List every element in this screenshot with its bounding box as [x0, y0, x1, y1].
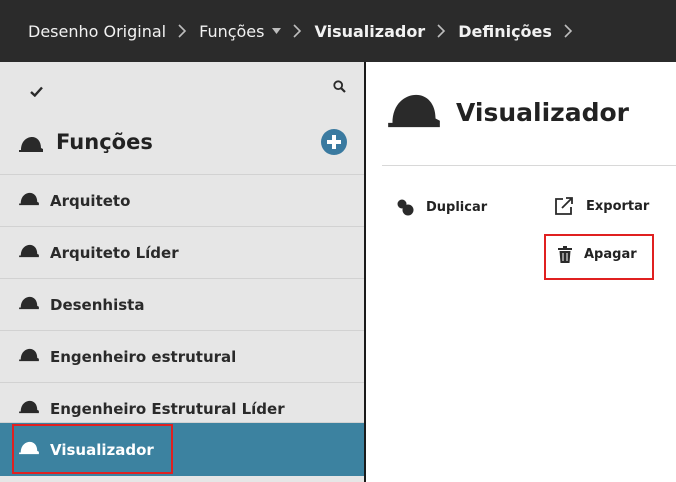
duplicate-icon — [396, 198, 414, 216]
hard-hat-icon — [18, 136, 44, 157]
sidebar-item-arquiteto[interactable]: Arquiteto — [0, 174, 364, 226]
breadcrumb-item-desenho-original[interactable]: Desenho Original — [28, 22, 166, 41]
chevron-right-icon — [564, 24, 573, 38]
sidebar-item-label: Engenheiro Estrutural Líder — [50, 399, 285, 418]
hard-hat-icon — [18, 348, 40, 366]
duplicate-button[interactable]: Duplicar — [396, 198, 487, 216]
sidebar-item-label: Arquiteto — [50, 191, 131, 210]
highlight-box-selected-role — [12, 424, 173, 474]
sidebar-toolbar — [0, 62, 364, 114]
breadcrumb-item-funcoes-label: Funções — [199, 21, 265, 41]
sidebar-item-label: Arquiteto Líder — [50, 243, 179, 262]
export-icon — [554, 196, 574, 216]
section-title: Funções — [56, 130, 153, 154]
sidebar-item-arquiteto-lider[interactable]: Arquiteto Líder — [0, 226, 364, 278]
breadcrumb: Desenho Original Funções Visualizador De… — [0, 0, 676, 62]
chevron-right-icon — [178, 24, 187, 38]
sidebar-item-label: Desenhista — [50, 295, 145, 314]
export-label: Exportar — [586, 198, 650, 214]
breadcrumb-item-visualizador[interactable]: Visualizador — [314, 22, 425, 41]
search-icon[interactable] — [333, 78, 346, 97]
hard-hat-icon — [18, 244, 40, 262]
divider — [382, 165, 676, 166]
breadcrumb-item-definicoes[interactable]: Definições — [458, 22, 552, 41]
sidebar-item-label: Engenheiro estrutural — [50, 347, 237, 366]
chevron-right-icon — [293, 24, 302, 38]
roles-section-header: Funções — [0, 116, 364, 172]
hard-hat-icon — [386, 92, 442, 134]
page-title: Visualizador — [456, 98, 629, 127]
export-button[interactable]: Exportar — [554, 196, 649, 216]
sidebar-item-desenhista[interactable]: Desenhista — [0, 278, 364, 330]
highlight-box-delete — [544, 234, 654, 280]
sidebar-item-engenheiro-estrutural[interactable]: Engenheiro estrutural — [0, 330, 364, 382]
chevron-right-icon — [437, 24, 446, 38]
caret-down-icon[interactable] — [272, 28, 282, 34]
plus-circle-icon[interactable] — [320, 128, 348, 160]
sidebar: Funções Arquiteto Arquiteto Líder Desenh… — [0, 62, 366, 482]
breadcrumb-item-funcoes[interactable]: Funções — [199, 21, 282, 41]
hard-hat-icon — [18, 296, 40, 314]
hard-hat-icon — [18, 400, 40, 418]
hard-hat-icon — [18, 192, 40, 210]
duplicate-label: Duplicar — [426, 199, 488, 215]
main-panel: Visualizador Duplicar Exportar Apagar — [368, 62, 676, 482]
check-icon[interactable] — [30, 82, 43, 101]
